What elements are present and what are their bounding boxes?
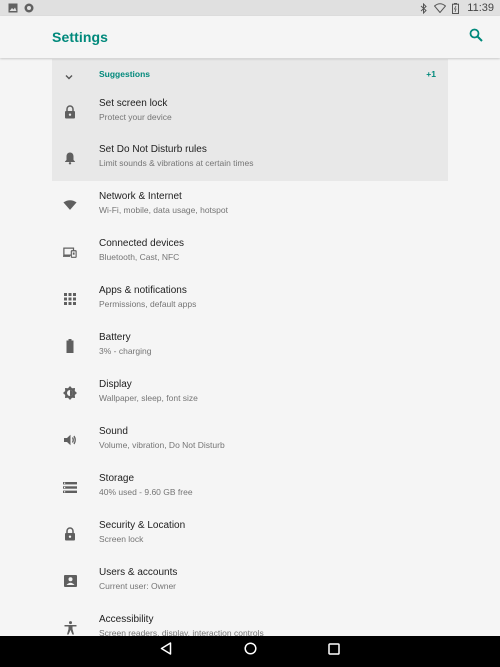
lock-icon bbox=[63, 105, 77, 119]
home-circle-icon bbox=[243, 642, 257, 660]
accessibility-icon bbox=[63, 621, 77, 635]
settings-item-subtitle: Screen readers, display, interaction con… bbox=[99, 628, 264, 636]
settings-item-subtitle: 40% used - 9.60 GB free bbox=[99, 487, 193, 497]
apps-grid-icon bbox=[63, 292, 77, 306]
suggestion-title: Set Do Not Disturb rules bbox=[99, 144, 207, 155]
settings-item-subtitle: Wi-Fi, mobile, data usage, hotspot bbox=[99, 205, 228, 215]
suggestion-subtitle: Limit sounds & vibrations at certain tim… bbox=[99, 158, 254, 168]
brightness-icon bbox=[63, 386, 77, 400]
settings-list: Suggestions +1 Set screen lock Protect y… bbox=[0, 59, 500, 636]
settings-item-display[interactable]: Display Wallpaper, sleep, font size bbox=[52, 370, 448, 416]
settings-item-subtitle: Volume, vibration, Do Not Disturb bbox=[99, 440, 225, 450]
settings-item-network[interactable]: Network & Internet Wi-Fi, mobile, data u… bbox=[52, 182, 448, 228]
page-title: Settings bbox=[52, 29, 109, 45]
settings-item-title: Storage bbox=[99, 473, 135, 484]
status-left bbox=[8, 3, 34, 13]
settings-item-storage[interactable]: Storage 40% used - 9.60 GB free bbox=[52, 464, 448, 510]
settings-item-accessibility[interactable]: Accessibility Screen readers, display, i… bbox=[52, 605, 448, 636]
settings-item-apps[interactable]: Apps & notifications Permissions, defaul… bbox=[52, 276, 448, 322]
suggestion-title: Set screen lock bbox=[99, 98, 168, 109]
settings-item-title: Sound bbox=[99, 426, 128, 437]
devices-icon bbox=[63, 245, 77, 259]
lock-icon bbox=[63, 527, 77, 541]
suggestion-subtitle: Protect your device bbox=[99, 112, 172, 122]
search-icon bbox=[469, 28, 483, 47]
settings-item-subtitle: Permissions, default apps bbox=[99, 299, 197, 309]
suggestions-header[interactable]: Suggestions +1 bbox=[52, 59, 448, 89]
settings-item-title: Security & Location bbox=[99, 520, 186, 531]
suggestion-item-dnd-rules[interactable]: Set Do Not Disturb rules Limit sounds & … bbox=[52, 135, 448, 181]
storage-icon bbox=[63, 480, 77, 494]
status-bar: 11:39 bbox=[0, 0, 500, 16]
battery-status-icon bbox=[452, 2, 460, 14]
wifi-outline-icon bbox=[434, 3, 447, 13]
settings-item-subtitle: Wallpaper, sleep, font size bbox=[99, 393, 198, 403]
settings-item-subtitle: Current user: Owner bbox=[99, 581, 176, 591]
settings-item-title: Users & accounts bbox=[99, 567, 178, 578]
volume-icon bbox=[63, 433, 77, 447]
bluetooth-icon bbox=[420, 2, 428, 14]
back-triangle-icon bbox=[160, 642, 172, 660]
settings-item-subtitle: Bluetooth, Cast, NFC bbox=[99, 252, 180, 262]
suggestions-count: +1 bbox=[426, 69, 436, 79]
search-button[interactable] bbox=[464, 25, 488, 49]
settings-item-users[interactable]: Users & accounts Current user: Owner bbox=[52, 558, 448, 604]
settings-item-title: Connected devices bbox=[99, 238, 185, 249]
home-button[interactable] bbox=[243, 642, 257, 660]
back-button[interactable] bbox=[159, 642, 173, 660]
suggestion-item-screen-lock[interactable]: Set screen lock Protect your device bbox=[52, 89, 448, 135]
navigation-bar bbox=[0, 636, 500, 667]
circle-notification-icon bbox=[24, 3, 34, 13]
settings-item-title: Display bbox=[99, 379, 132, 390]
settings-item-title: Battery bbox=[99, 332, 131, 343]
settings-item-battery[interactable]: Battery 3% - charging bbox=[52, 323, 448, 369]
suggestions-label: Suggestions bbox=[99, 69, 151, 79]
recents-button[interactable] bbox=[327, 642, 341, 660]
app-bar: Settings bbox=[0, 16, 500, 58]
settings-item-connected-devices[interactable]: Connected devices Bluetooth, Cast, NFC bbox=[52, 229, 448, 275]
settings-item-title: Apps & notifications bbox=[99, 285, 187, 296]
recents-square-icon bbox=[328, 642, 340, 660]
settings-item-subtitle: 3% - charging bbox=[99, 346, 152, 356]
wifi-icon bbox=[63, 198, 77, 212]
status-time: 11:39 bbox=[467, 2, 494, 14]
account-icon bbox=[63, 574, 77, 588]
settings-item-security[interactable]: Security & Location Screen lock bbox=[52, 511, 448, 557]
image-notification-icon bbox=[8, 3, 18, 13]
battery-icon bbox=[63, 339, 77, 353]
chevron-down-icon bbox=[64, 69, 74, 87]
settings-item-title: Network & Internet bbox=[99, 191, 182, 202]
settings-item-subtitle: Screen lock bbox=[99, 534, 144, 544]
settings-item-sound[interactable]: Sound Volume, vibration, Do Not Disturb bbox=[52, 417, 448, 463]
bell-icon bbox=[63, 151, 77, 165]
settings-item-title: Accessibility bbox=[99, 614, 154, 625]
status-right: 11:39 bbox=[420, 2, 494, 14]
